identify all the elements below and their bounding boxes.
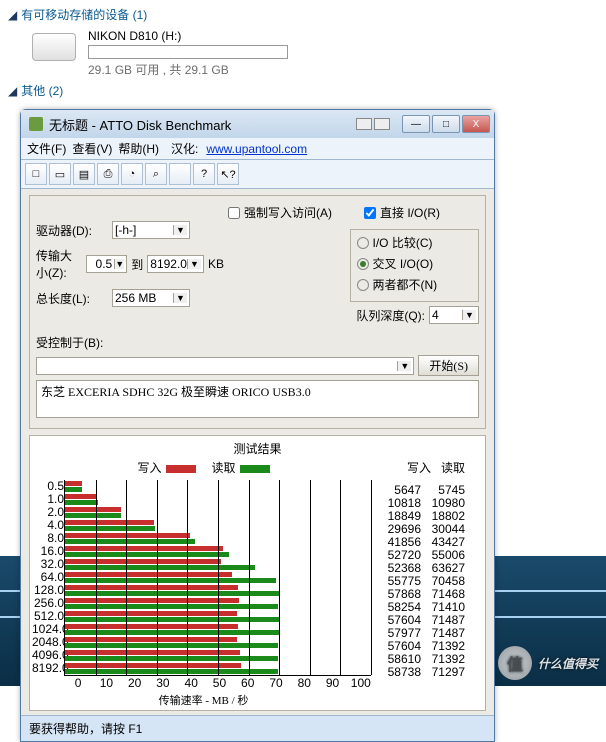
direct-io-label: 直接 I/O(R) bbox=[380, 204, 440, 221]
triangle-down-icon: ◢ bbox=[8, 84, 17, 98]
size-from-combo[interactable]: 0.5▼ bbox=[86, 255, 127, 273]
explorer-panel: ◢ 有可移动存储的设备 (1) NIKON D810 (H:) 29.1 GB 可… bbox=[0, 0, 606, 105]
category-label: 其他 (2) bbox=[21, 82, 63, 99]
results-title: 测试结果 bbox=[32, 440, 483, 457]
force-write-check[interactable] bbox=[228, 207, 240, 219]
length-combo[interactable]: 256 MB▼ bbox=[112, 289, 190, 307]
zoom-icon[interactable]: ⌕ bbox=[145, 163, 167, 185]
y-axis-labels: 0.51.02.04.08.016.032.064.0128.0256.0512… bbox=[32, 480, 64, 676]
menu-file[interactable]: 文件(F) bbox=[27, 140, 66, 157]
queue-label: 队列深度(Q): bbox=[356, 307, 425, 324]
io-mode-group: I/O 比较(C) 交叉 I/O(O) 两者都不(N) bbox=[350, 229, 480, 302]
atto-window: 无标题 - ATTO Disk Benchmark — □ X 文件(F) 查看… bbox=[20, 109, 495, 742]
triangle-down-icon: ◢ bbox=[8, 8, 17, 22]
status-bar: 要获得帮助，请按 F1 bbox=[21, 715, 494, 741]
category-removable[interactable]: ◢ 有可移动存储的设备 (1) bbox=[8, 4, 598, 25]
help-icon[interactable]: ? bbox=[193, 163, 215, 185]
read-swatch-icon bbox=[240, 465, 270, 473]
blank-icon[interactable] bbox=[169, 163, 191, 185]
maximize-button[interactable]: □ bbox=[432, 115, 460, 133]
chart: 写入 读取 0.51.02.04.08.016.032.064.0128.025… bbox=[32, 459, 483, 708]
overlap-radio[interactable] bbox=[357, 258, 369, 270]
device-row[interactable]: NIKON D810 (H:) 29.1 GB 可用 , 共 29.1 GB bbox=[8, 25, 598, 80]
drive-combo[interactable]: [-h-]▼ bbox=[112, 221, 190, 239]
open-icon[interactable]: ▭ bbox=[49, 163, 71, 185]
watermark-icon: 值 bbox=[498, 646, 532, 680]
description-box[interactable]: 东芝 EXCERIA SDHC 32G 极至瞬速 ORICO USB3.0 bbox=[36, 380, 479, 418]
minimize-button[interactable]: — bbox=[402, 115, 430, 133]
settings-panel: 驱动器(D): [-h-]▼ 传输大小(Z): 0.5▼ 到 8192.0▼ K… bbox=[29, 195, 486, 429]
new-icon[interactable]: □ bbox=[25, 163, 47, 185]
menubar: 文件(F) 查看(V) 帮助(H) 汉化: www.upantool.com bbox=[21, 138, 494, 160]
direct-io-check[interactable] bbox=[364, 207, 376, 219]
unit-label: KB bbox=[208, 257, 224, 271]
to-label: 到 bbox=[131, 256, 143, 273]
drive-label: 驱动器(D): bbox=[36, 222, 108, 239]
start-button[interactable]: 开始(S) bbox=[418, 355, 479, 376]
io-compare-radio[interactable] bbox=[357, 237, 369, 249]
title-extra-icons bbox=[356, 118, 390, 130]
toolbar: □ ▭ ▤ ⎙ ◔ ⌕ ? ↖? bbox=[21, 160, 494, 189]
category-other[interactable]: ◢ 其他 (2) bbox=[8, 80, 598, 101]
bar-area bbox=[64, 480, 371, 676]
controlled-combo[interactable]: ▼ bbox=[36, 357, 414, 375]
x-axis-ticks: 0102030405060708090100 bbox=[64, 676, 375, 690]
size-label: 传输大小(Z): bbox=[36, 247, 82, 281]
watermark: 值 什么值得买 bbox=[498, 646, 598, 680]
length-label: 总长度(L): bbox=[36, 290, 108, 307]
credit-link[interactable]: www.upantool.com bbox=[206, 142, 307, 156]
legend-write: 写入 bbox=[137, 461, 161, 475]
app-icon bbox=[29, 117, 43, 131]
device-size: 29.1 GB 可用 , 共 29.1 GB bbox=[88, 61, 288, 78]
device-name: NIKON D810 (H:) bbox=[88, 29, 288, 43]
values-table: 写入读取 56475745108181098018849188022969630… bbox=[375, 459, 483, 708]
results-panel: 测试结果 写入 读取 0.51.02.04.08.016.032.064.012… bbox=[29, 435, 486, 711]
category-label: 有可移动存储的设备 (1) bbox=[21, 6, 147, 23]
x-axis-label: 传输速率 - MB / 秒 bbox=[32, 692, 375, 708]
menu-help[interactable]: 帮助(H) bbox=[118, 140, 159, 157]
print-icon[interactable]: ⎙ bbox=[97, 163, 119, 185]
credit-label: 汉化: bbox=[171, 140, 198, 157]
write-swatch-icon bbox=[166, 465, 196, 473]
whatsthis-icon[interactable]: ↖? bbox=[217, 163, 239, 185]
drive-icon bbox=[32, 33, 76, 61]
neither-radio[interactable] bbox=[357, 279, 369, 291]
capacity-bar bbox=[88, 45, 288, 59]
window-title: 无标题 - ATTO Disk Benchmark bbox=[49, 115, 350, 134]
controlled-label: 受控制于(B): bbox=[36, 334, 103, 351]
legend-read: 读取 bbox=[212, 461, 236, 475]
clock-icon[interactable]: ◔ bbox=[121, 163, 143, 185]
size-to-combo[interactable]: 8192.0▼ bbox=[147, 255, 204, 273]
close-button[interactable]: X bbox=[462, 115, 490, 133]
force-write-label: 强制写入访问(A) bbox=[244, 204, 332, 221]
menu-view[interactable]: 查看(V) bbox=[72, 140, 112, 157]
queue-combo[interactable]: 4▼ bbox=[429, 306, 479, 324]
save-icon[interactable]: ▤ bbox=[73, 163, 95, 185]
titlebar[interactable]: 无标题 - ATTO Disk Benchmark — □ X bbox=[21, 110, 494, 138]
